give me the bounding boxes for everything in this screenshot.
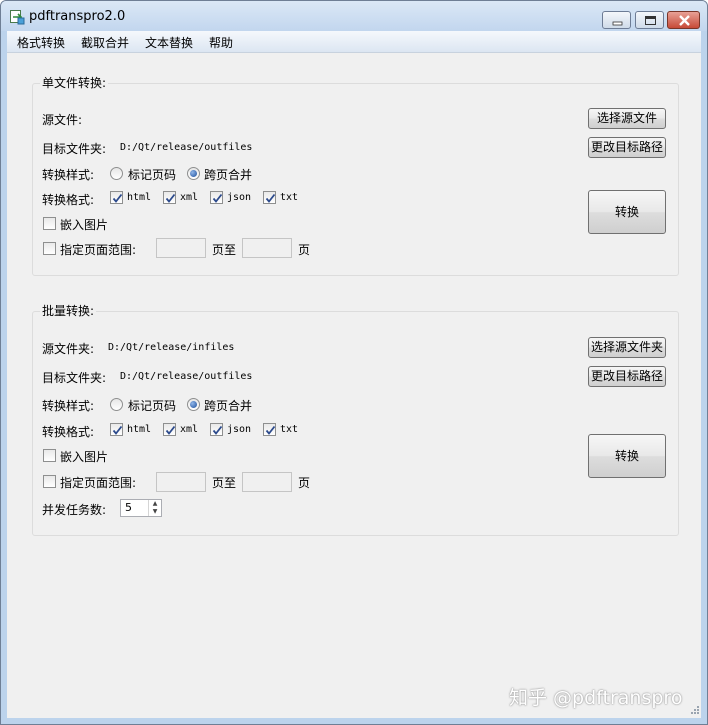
close-button[interactable] [667,11,700,29]
checkmark-icon [165,193,176,203]
batch-source-label: 源文件夹: [42,342,95,356]
single-format-json-label: json [227,192,252,203]
maximize-button[interactable] [635,11,664,29]
single-style-radio-cross-page[interactable] [187,167,200,180]
batch-style-label-page-number: 标记页码 [128,399,177,413]
batch-style-label: 转换样式: [42,399,95,413]
batch-style-label-cross-page: 跨页合并 [204,399,253,413]
single-embed-images-label: 嵌入图片 [60,218,109,232]
resize-grip-icon[interactable] [689,704,699,714]
batch-embed-images-checkbox[interactable] [43,449,56,462]
batch-page-from-input[interactable] [156,472,206,492]
menu-item-format-convert[interactable]: 格式转换 [17,34,65,51]
single-format-xml-checkbox[interactable] [163,191,176,204]
batch-style-radio-cross-page[interactable] [187,398,200,411]
checkmark-icon [165,425,176,435]
batch-convert-button[interactable]: 转换 [588,434,666,478]
batch-format-json-checkbox[interactable] [210,423,223,436]
batch-concurrency-value: 5 [125,501,132,514]
batch-page-range-label: 指定页面范围: [60,476,137,490]
batch-format-txt-checkbox[interactable] [263,423,276,436]
batch-style-radio-page-number[interactable] [110,398,123,411]
single-page-to-input[interactable] [242,238,292,258]
single-format-txt-checkbox[interactable] [263,191,276,204]
window-title: pdftranspro2.0 [29,9,126,24]
single-target-path: D:/Qt/release/outfiles [120,142,253,153]
spin-up-icon[interactable]: ▲ [149,500,161,508]
single-select-source-button[interactable]: 选择源文件 [588,108,666,129]
single-convert-title: 单文件转换: [40,74,109,91]
batch-format-html-checkbox[interactable] [110,423,123,436]
batch-embed-images-label: 嵌入图片 [60,450,109,464]
batch-format-txt-label: txt [280,424,299,435]
batch-format-xml-checkbox[interactable] [163,423,176,436]
single-page-to-label: 页至 [212,243,237,257]
single-convert-button[interactable]: 转换 [588,190,666,234]
minimize-button[interactable] [602,11,631,29]
batch-page-to-input[interactable] [242,472,292,492]
spin-down-icon[interactable]: ▼ [149,508,161,516]
client-area: 单文件转换: 源文件: 选择源文件 目标文件夹: D:/Qt/release/o… [7,53,701,718]
batch-page-range-checkbox[interactable] [43,475,56,488]
single-change-target-button[interactable]: 更改目标路径 [588,137,666,158]
menu-item-help[interactable]: 帮助 [209,34,233,51]
batch-page-end-label: 页 [298,476,311,490]
batch-change-target-button[interactable]: 更改目标路径 [588,366,666,387]
title-bar[interactable]: pdftranspro2.0 [1,1,707,31]
single-page-range-checkbox[interactable] [43,242,56,255]
batch-target-path: D:/Qt/release/outfiles [120,371,253,382]
single-page-end-label: 页 [298,243,311,257]
single-format-xml-label: xml [180,192,199,203]
single-style-label: 转换样式: [42,168,95,182]
menu-bar: 格式转换 截取合并 文本替换 帮助 [7,31,701,53]
single-style-label-page-number: 标记页码 [128,168,177,182]
batch-format-xml-label: xml [180,424,199,435]
batch-select-source-button[interactable]: 选择源文件夹 [588,337,666,358]
app-icon [10,10,25,25]
checkmark-icon [265,193,276,203]
batch-format-html-label: html [127,424,152,435]
watermark: 知乎 @pdftranspro [509,687,683,709]
single-style-label-cross-page: 跨页合并 [204,168,253,182]
batch-format-json-label: json [227,424,252,435]
single-format-html-checkbox[interactable] [110,191,123,204]
batch-format-label: 转换格式: [42,425,95,439]
single-embed-images-checkbox[interactable] [43,217,56,230]
checkmark-icon [112,193,123,203]
close-icon [679,15,690,26]
batch-target-label: 目标文件夹: [42,371,107,385]
batch-page-to-label: 页至 [212,476,237,490]
checkmark-icon [212,425,223,435]
batch-convert-title: 批量转换: [40,302,97,319]
menu-item-text-replace[interactable]: 文本替换 [145,34,193,51]
app-window: pdftranspro2.0 格式转换 截取合并 文本替换 帮助 单文件转换: … [0,0,708,725]
single-format-html-label: html [127,192,152,203]
batch-concurrency-label: 并发任务数: [42,503,107,517]
single-source-label: 源文件: [42,113,83,127]
checkmark-icon [112,425,123,435]
menu-item-extract-merge[interactable]: 截取合并 [81,34,129,51]
maximize-icon [645,16,656,25]
single-format-json-checkbox[interactable] [210,191,223,204]
checkmark-icon [212,193,223,203]
single-page-range-label: 指定页面范围: [60,243,137,257]
single-format-txt-label: txt [280,192,299,203]
single-page-from-input[interactable] [156,238,206,258]
single-target-label: 目标文件夹: [42,142,107,156]
spin-arrows: ▲ ▼ [148,500,161,516]
batch-concurrency-spinbox[interactable]: 5 ▲ ▼ [120,499,162,517]
batch-source-path: D:/Qt/release/infiles [108,342,235,353]
checkmark-icon [265,425,276,435]
minimize-icon [612,21,623,26]
single-format-label: 转换格式: [42,193,95,207]
single-style-radio-page-number[interactable] [110,167,123,180]
